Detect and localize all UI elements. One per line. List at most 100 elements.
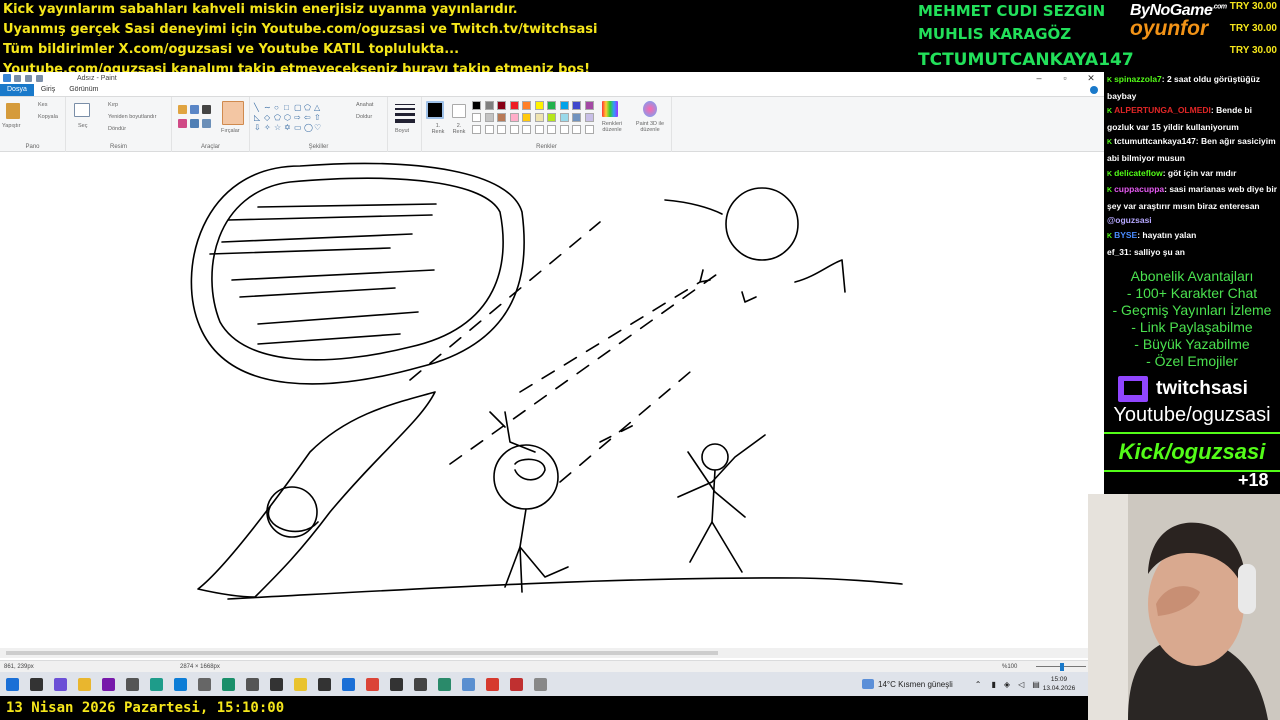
chat-username[interactable]: delicateflow — [1114, 168, 1163, 178]
triangle-shape-icon[interactable]: △ — [314, 103, 320, 112]
palette-swatch[interactable] — [472, 113, 481, 122]
clipchamp-icon[interactable] — [216, 672, 240, 696]
network-icon[interactable]: ◈ — [1004, 680, 1010, 689]
obs-icon[interactable] — [312, 672, 336, 696]
brushes-button[interactable]: Fırçalar — [221, 128, 240, 134]
eraser-icon[interactable] — [178, 119, 187, 128]
zoom-slider-thumb[interactable] — [1060, 663, 1064, 671]
fill-icon[interactable] — [190, 105, 199, 114]
settings-icon[interactable] — [240, 672, 264, 696]
palette-swatch[interactable] — [509, 113, 519, 122]
chat-username[interactable]: ALPERTUNGA_OLMEDI — [1114, 105, 1211, 115]
palette-swatch-empty[interactable] — [509, 125, 519, 134]
palette-swatch-empty[interactable] — [572, 125, 581, 134]
rotate-button[interactable]: Döndür — [108, 126, 126, 132]
palette-swatch[interactable] — [472, 101, 481, 110]
heart-shape-icon[interactable]: ♡ — [314, 123, 321, 132]
maximize-button[interactable]: ▫ — [1052, 73, 1078, 84]
palette-swatch[interactable] — [547, 113, 556, 122]
palette-swatch[interactable] — [559, 113, 569, 122]
arrow-down-shape-icon[interactable]: ⇩ — [254, 123, 261, 132]
arrow-right-shape-icon[interactable]: ⇨ — [294, 113, 301, 122]
right-triangle-shape-icon[interactable]: ◺ — [254, 113, 260, 122]
diamond-shape-icon[interactable]: ◇ — [264, 113, 270, 122]
search-icon[interactable] — [24, 672, 48, 696]
palette-swatch-empty[interactable] — [547, 125, 556, 134]
palette-swatch-empty[interactable] — [472, 125, 481, 134]
oval-shape-icon[interactable]: ○ — [274, 103, 279, 112]
chrome-icon[interactable] — [360, 672, 384, 696]
palette-swatch[interactable] — [497, 101, 506, 110]
outline-button[interactable]: Anahat — [356, 102, 373, 108]
tab-view[interactable]: Görünüm — [62, 84, 105, 96]
onenote-icon[interactable] — [96, 672, 120, 696]
color2-button[interactable]: 2. Renk — [451, 123, 467, 135]
edge-icon[interactable] — [168, 672, 192, 696]
vivaldi-icon[interactable] — [480, 672, 504, 696]
palette-swatch[interactable] — [484, 113, 494, 122]
color1-button[interactable]: 1. Renk — [430, 123, 446, 135]
paint3d-icon[interactable] — [643, 101, 657, 117]
palette-swatch[interactable] — [534, 101, 544, 110]
tray-arrow-icon[interactable]: ⌃ — [975, 680, 982, 689]
palette-swatch-empty[interactable] — [484, 125, 494, 134]
camera-icon[interactable] — [192, 672, 216, 696]
select-icon[interactable] — [74, 103, 90, 117]
callout-rect-shape-icon[interactable]: ▭ — [294, 123, 302, 132]
chat-username[interactable]: tctumuttcankaya147 — [1114, 136, 1196, 146]
undo-icon[interactable] — [25, 74, 32, 82]
clock[interactable]: 15:09 13.04.2026 — [1040, 675, 1078, 693]
palette-swatch[interactable] — [522, 101, 531, 110]
palette-swatch[interactable] — [497, 113, 506, 122]
editor-icon[interactable] — [384, 672, 408, 696]
palette-swatch[interactable] — [572, 113, 581, 122]
star5-shape-icon[interactable]: ☆ — [274, 123, 281, 132]
palette-swatch-empty[interactable] — [522, 125, 531, 134]
pen-icon[interactable] — [48, 672, 72, 696]
magnifier-icon[interactable] — [202, 119, 211, 128]
chat-username[interactable]: BYSE — [1114, 230, 1137, 240]
resize-button[interactable]: Yeniden boyutlandır — [108, 114, 156, 120]
palette-swatch-empty[interactable] — [559, 125, 569, 134]
edit-colors-icon[interactable] — [602, 101, 618, 117]
star4-shape-icon[interactable]: ✧ — [264, 123, 271, 132]
save-icon[interactable] — [14, 74, 21, 82]
help-icon[interactable] — [1090, 86, 1098, 94]
terminal-icon[interactable] — [264, 672, 288, 696]
rectangle-shape-icon[interactable]: □ — [284, 103, 289, 112]
battery-icon[interactable]: ▮ — [992, 680, 996, 689]
pencil-icon[interactable] — [178, 105, 187, 114]
close-button[interactable]: ✕ — [1078, 73, 1104, 84]
tab-file[interactable]: Dosya — [0, 84, 34, 96]
crop-button[interactable]: Kırp — [108, 102, 118, 108]
palette-swatch[interactable] — [509, 101, 519, 110]
weather-text[interactable]: 14°C Kısmen güneşli — [878, 680, 953, 689]
copy-button[interactable]: Kopyala — [38, 114, 58, 120]
palette-swatch[interactable] — [584, 113, 594, 122]
select-button[interactable]: Seç — [78, 123, 87, 129]
task-view-icon[interactable] — [120, 672, 144, 696]
chat-username[interactable]: ef_31 — [1107, 247, 1129, 257]
palette-swatch[interactable] — [534, 113, 544, 122]
edit-colors-button[interactable]: Renkleri düzenle — [598, 121, 626, 133]
chat-username[interactable]: spinazzola7 — [1114, 74, 1162, 84]
color1-swatch[interactable] — [426, 101, 444, 119]
palette-swatch-empty[interactable] — [497, 125, 506, 134]
callout-oval-shape-icon[interactable]: ◯ — [304, 123, 313, 132]
color-picker-icon[interactable] — [190, 119, 199, 128]
line-shape-icon[interactable]: ╲ — [254, 103, 259, 112]
palette-swatch-empty[interactable] — [534, 125, 544, 134]
notepad-icon[interactable] — [456, 672, 480, 696]
size-button[interactable]: Boyut — [395, 128, 409, 134]
curve-shape-icon[interactable]: ∼ — [264, 103, 271, 112]
polygon-shape-icon[interactable]: ⬠ — [304, 103, 311, 112]
fill-button[interactable]: Doldur — [356, 114, 372, 120]
size-icon[interactable] — [395, 104, 415, 123]
tab-home[interactable]: Giriş — [34, 84, 62, 96]
drawing-canvas[interactable] — [0, 152, 1104, 660]
tool-icon[interactable] — [408, 672, 432, 696]
pentagon-shape-icon[interactable]: ⬠ — [274, 113, 281, 122]
paint-taskbar-icon[interactable] — [504, 672, 528, 696]
paint-active-icon[interactable] — [528, 672, 552, 696]
sticky-notes-icon[interactable] — [288, 672, 312, 696]
